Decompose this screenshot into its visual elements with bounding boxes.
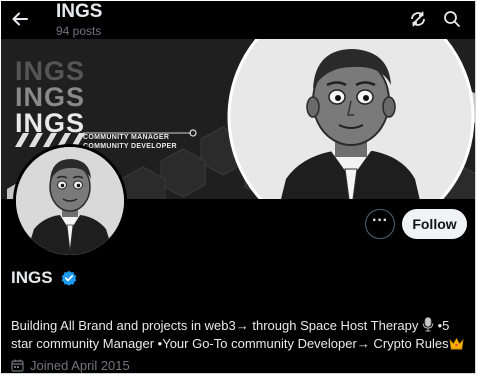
microphone-icon [422, 317, 434, 332]
search-icon[interactable] [443, 10, 461, 28]
more-button[interactable]: ··· [365, 209, 395, 239]
calendar-icon [11, 359, 24, 372]
banner-word-1: INGS [15, 56, 86, 86]
verified-icon[interactable] [61, 270, 77, 286]
avatar-image [16, 147, 124, 255]
joined-text: Joined April 2015 [30, 358, 130, 373]
posts-count: 94 posts [56, 24, 102, 38]
joined-date: Joined April 2015 [11, 358, 130, 373]
banner-role-2: COMMUNITY DEVELOPER [83, 143, 177, 150]
header-title: INGS [56, 1, 103, 22]
profile-name: INGS [11, 268, 53, 287]
profile-bio: Building All Brand and projects in web3→… [11, 317, 466, 353]
banner-word-3: INGS [15, 108, 86, 138]
top-bar: INGS 94 posts [1, 1, 475, 39]
bio-text-1: Building All Brand and projects in web3→… [11, 318, 422, 333]
avatar[interactable] [13, 144, 127, 258]
sync-icon[interactable] [409, 10, 427, 28]
banner-role-1: COMMUNITY MANAGER [83, 134, 170, 141]
profile-name-row: INGS [11, 267, 77, 289]
crown-icon [449, 337, 464, 350]
profile-screen: INGS 94 posts INGS INGS INGS COMMUNITY M… [1, 1, 476, 374]
banner-word-2: INGS [15, 82, 86, 112]
follow-button[interactable]: Follow [402, 209, 467, 239]
back-arrow-icon[interactable] [10, 9, 30, 29]
